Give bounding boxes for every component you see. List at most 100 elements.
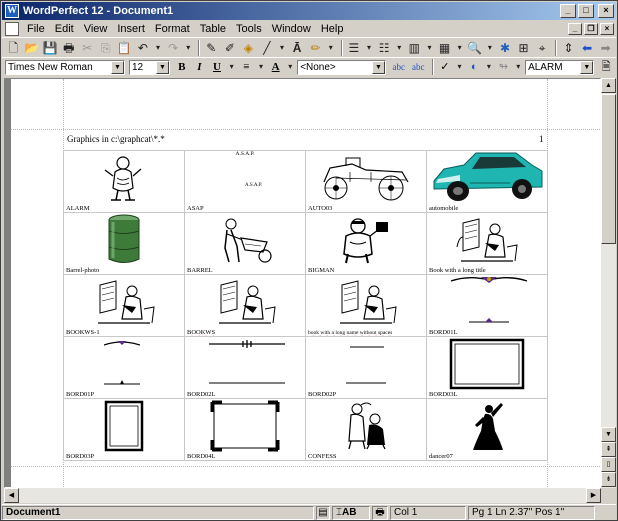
table-cell[interactable]: automobile: [427, 151, 548, 213]
font-color-icon[interactable]: A: [268, 60, 284, 75]
highlight-dropdown-icon[interactable]: ▾: [484, 59, 494, 75]
justify-icon[interactable]: ≡: [239, 60, 255, 75]
maximize-button[interactable]: □: [578, 4, 594, 18]
font-name-select[interactable]: Times New Roman ▼: [5, 59, 125, 75]
numbering-dropdown-icon[interactable]: ▾: [364, 40, 374, 56]
asterisk-icon[interactable]: ✱: [497, 40, 514, 56]
barrel-photo[interactable]: [64, 214, 184, 264]
hyperlink-dropdown-icon[interactable]: ▾: [513, 59, 523, 75]
next-page-button[interactable]: ⇟: [601, 472, 616, 487]
page-icon[interactable]: ▯: [601, 457, 616, 472]
scroll-right-button[interactable]: ▶: [586, 488, 601, 503]
menu-insert[interactable]: Insert: [112, 23, 150, 35]
status-insert-mode[interactable]: ⌶AB: [332, 505, 370, 520]
doc-minimize-button[interactable]: _: [568, 22, 582, 35]
table-cell[interactable]: A.S.A.P. A.S.A.P. ASAP: [185, 151, 306, 213]
numbering-icon[interactable]: ☰: [346, 40, 363, 56]
vertical-scroll-thumb[interactable]: [601, 94, 616, 244]
table-icon[interactable]: ▦: [436, 40, 453, 56]
print-icon[interactable]: 🖶: [61, 40, 78, 56]
scroll-up-button[interactable]: ▲: [601, 78, 616, 93]
table-cell[interactable]: BARREL: [185, 213, 306, 275]
menu-help[interactable]: Help: [316, 23, 349, 35]
reveal-codes-icon[interactable]: ⌖: [534, 40, 551, 56]
reader-clipart[interactable]: [64, 277, 184, 326]
undo-icon[interactable]: ↶: [135, 40, 152, 56]
scroll-down-button[interactable]: ▼: [601, 427, 616, 442]
redo-icon[interactable]: ↷: [165, 40, 182, 56]
wide-frame-clipart[interactable]: [427, 338, 547, 390]
box-name-select[interactable]: ALARM ▼: [525, 59, 595, 75]
previous-page-button[interactable]: ⇞: [601, 442, 616, 457]
table-cell[interactable]: BORD03L: [427, 337, 548, 399]
table-cell[interactable]: CONFESS: [306, 399, 427, 461]
menu-window[interactable]: Window: [267, 23, 316, 35]
chevron-down-icon[interactable]: ▼: [155, 60, 169, 74]
bigman-clipart[interactable]: [306, 215, 426, 264]
doc-close-button[interactable]: ×: [600, 22, 614, 35]
table-cell[interactable]: AUTO03: [306, 151, 427, 213]
bullets-icon[interactable]: ☷: [376, 40, 393, 56]
antique-car-clipart[interactable]: [306, 153, 426, 202]
chevron-down-icon[interactable]: ▼: [110, 60, 124, 74]
document-icon[interactable]: [5, 21, 19, 36]
table-cell[interactable]: BOOKWS: [185, 275, 306, 337]
table-cell[interactable]: BOOKWS-1: [64, 275, 185, 337]
copy-icon[interactable]: ⎘: [98, 40, 115, 56]
menu-format[interactable]: Format: [150, 23, 195, 35]
document-workspace[interactable]: Graphics in c:\graphcat\*.* 1 ALARM A.S.…: [4, 78, 601, 488]
line-border-clipart[interactable]: [209, 339, 285, 351]
highlight-color-icon[interactable]: ◐: [466, 60, 482, 75]
highlight-icon[interactable]: ✐: [222, 40, 239, 56]
table-cell[interactable]: BORD02L: [185, 337, 306, 399]
hyperlink-icon[interactable]: ↬: [496, 60, 512, 75]
status-column[interactable]: Col 1: [390, 505, 466, 520]
underline-dropdown-icon[interactable]: ▾: [227, 59, 237, 75]
zoom-icon[interactable]: 🔍: [467, 40, 484, 56]
pencil-icon[interactable]: ✏: [307, 40, 324, 56]
short-line-clipart[interactable]: [350, 340, 384, 352]
status-position[interactable]: Pg 1 Ln 2.37" Pos 1": [468, 505, 595, 520]
line-icon[interactable]: ╱: [259, 40, 276, 56]
reader-clipart[interactable]: [427, 215, 547, 264]
table-cell[interactable]: ALARM: [64, 151, 185, 213]
car-photo[interactable]: [427, 152, 547, 202]
document-properties-icon[interactable]: 🗎: [598, 60, 614, 75]
chevron-down-icon[interactable]: ▼: [580, 60, 594, 74]
zoom-dropdown-icon[interactable]: ▾: [485, 40, 495, 56]
undo-dropdown-icon[interactable]: ▾: [153, 40, 163, 56]
corner-frame-clipart[interactable]: [185, 400, 305, 452]
status-page-icon[interactable]: ▤: [316, 505, 330, 520]
paste-icon[interactable]: 📋: [116, 40, 133, 56]
reader-clipart[interactable]: [185, 277, 305, 326]
dancer-silhouette-clipart[interactable]: [427, 401, 547, 450]
alarm-clipart[interactable]: [64, 153, 184, 202]
back-arrow-icon[interactable]: ⬅: [579, 40, 596, 56]
table-cell[interactable]: dancer07: [427, 399, 548, 461]
status-printer-icon[interactable]: 🖶: [372, 505, 388, 520]
wordperfect-app-icon[interactable]: W: [5, 4, 19, 18]
quickcorrect-button[interactable]: abc: [390, 60, 408, 75]
save-icon[interactable]: 💾: [42, 40, 59, 56]
confess-clipart[interactable]: [306, 401, 426, 450]
bold-button[interactable]: B: [174, 60, 190, 75]
menu-tools[interactable]: Tools: [231, 23, 267, 35]
table-dropdown-icon[interactable]: ▾: [455, 40, 465, 56]
cut-icon[interactable]: ✂: [79, 40, 96, 56]
table-cell[interactable]: Book with a long title: [427, 213, 548, 275]
menu-file[interactable]: File: [22, 23, 50, 35]
redo-dropdown-icon[interactable]: ▾: [183, 40, 193, 56]
menu-view[interactable]: View: [79, 23, 113, 35]
style-select[interactable]: <None> ▼: [297, 59, 386, 75]
minimize-button[interactable]: _: [560, 4, 576, 18]
italic-button[interactable]: I: [192, 60, 208, 75]
wheelbarrow-clipart[interactable]: [185, 215, 305, 264]
font-size-select[interactable]: 12 ▼: [128, 59, 170, 75]
chevron-down-icon[interactable]: ▼: [371, 60, 385, 74]
table-cell[interactable]: BORD04L: [185, 399, 306, 461]
vertical-scrollbar[interactable]: ▲ ▼ ⇞ ▯ ⇟: [601, 78, 616, 488]
table-cell[interactable]: BORD03P: [64, 399, 185, 461]
new-document-icon[interactable]: 🗋: [5, 40, 22, 56]
scroll-left-button[interactable]: ◀: [4, 488, 19, 503]
horizontal-scrollbar[interactable]: ◀ ▶: [4, 488, 601, 503]
